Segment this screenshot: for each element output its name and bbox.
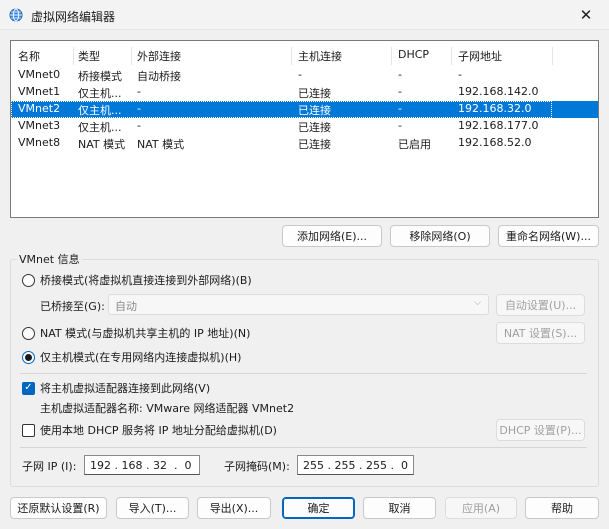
subnet-mask-label: 子网掩码(M):	[224, 460, 290, 473]
radio-circle-icon	[22, 273, 35, 287]
column-header-type[interactable]: 类型	[78, 48, 100, 64]
dhcp-settings-button[interactable]: DHCP 设置(P)...	[496, 419, 585, 441]
import-button[interactable]: 导入(T)...	[116, 497, 189, 519]
host-only-mode-radio[interactable]: 仅主机模式(在专用网络内连接虚拟机)(H)	[22, 349, 241, 365]
vmnet-info-title: VMnet 信息	[17, 251, 82, 267]
column-header-external[interactable]: 外部连接	[137, 48, 181, 64]
cell-name: VMnet2	[18, 102, 61, 115]
divider	[20, 373, 587, 374]
bridged-mode-radio[interactable]: 桥接模式(将虚拟机直接连接到外部网络)(B)	[22, 272, 252, 288]
window-title: 虚拟网络编辑器	[31, 10, 116, 24]
nat-mode-radio[interactable]: NAT 模式(与虚拟机共享主机的 IP 地址)(N)	[22, 325, 250, 341]
cell-host: 已连接	[298, 121, 331, 134]
restore-defaults-button[interactable]: 还原默认设置(R)	[10, 497, 107, 519]
table-row[interactable]: VMnet3 仅主机... - 已连接 - 192.168.177.0	[11, 118, 598, 135]
title-bar: 虚拟网络编辑器 ✕	[0, 0, 609, 30]
radio-checked-icon	[22, 350, 35, 364]
network-globe-icon	[9, 8, 23, 22]
bridged-to-value: 自动	[115, 300, 137, 313]
dhcp-checkbox[interactable]: 使用本地 DHCP 服务将 IP 地址分配给虚拟机(D)	[22, 422, 277, 438]
column-header-host[interactable]: 主机连接	[298, 48, 342, 64]
checkbox-icon	[22, 423, 35, 437]
column-divider[interactable]	[552, 47, 553, 65]
cell-subnet: 192.168.52.0	[458, 136, 532, 149]
table-row[interactable]: VMnet8 NAT 模式 NAT 模式 已连接 已启用 192.168.52.…	[11, 135, 598, 152]
help-button[interactable]: 帮助	[525, 497, 599, 519]
cell-type: NAT 模式	[78, 138, 126, 151]
connect-adapter-label: 将主机虚拟适配器连接到此网络(V)	[40, 382, 211, 395]
subnet-ip-input[interactable]: 192 . 168 . 32 . 0	[84, 455, 200, 475]
column-divider[interactable]	[291, 47, 292, 65]
column-header-name[interactable]: 名称	[18, 48, 40, 64]
table-row[interactable]: VMnet0 桥接模式 自动桥接 - - -	[11, 67, 598, 84]
rename-network-button[interactable]: 重命名网络(W)...	[498, 225, 599, 247]
list-header: 名称 类型 外部连接 主机连接 DHCP 子网地址	[11, 44, 598, 66]
divider	[20, 447, 587, 448]
column-header-subnet[interactable]: 子网地址	[458, 48, 502, 64]
cell-external: -	[137, 119, 141, 132]
column-divider[interactable]	[131, 47, 132, 65]
adapter-name-text: 主机虚拟适配器名称: VMware 网络适配器 VMnet2	[40, 402, 295, 415]
cell-dhcp: -	[398, 85, 402, 98]
cell-subnet: 192.168.32.0	[458, 102, 532, 115]
cell-dhcp: -	[398, 68, 402, 81]
chevron-down-icon: ⌵	[474, 298, 481, 308]
bridged-to-select[interactable]: 自动 ⌵	[108, 294, 489, 315]
apply-button[interactable]: 应用(A)	[445, 497, 517, 519]
cell-host: 已连接	[298, 87, 331, 100]
table-row-selected[interactable]: VMnet2 仅主机... - 已连接 - 192.168.32.0	[11, 101, 598, 118]
cell-name: VMnet8	[18, 136, 61, 149]
subnet-ip-label: 子网 IP (I):	[22, 460, 77, 473]
table-row[interactable]: VMnet1 仅主机... - 已连接 - 192.168.142.0	[11, 84, 598, 101]
cell-host: 已连接	[298, 138, 331, 151]
cell-subnet: 192.168.142.0	[458, 85, 539, 98]
cancel-button[interactable]: 取消	[363, 497, 436, 519]
host-only-mode-label: 仅主机模式(在专用网络内连接虚拟机)(H)	[40, 351, 242, 364]
ok-button[interactable]: 确定	[282, 497, 355, 519]
dhcp-label: 使用本地 DHCP 服务将 IP 地址分配给虚拟机(D)	[40, 424, 277, 437]
column-header-dhcp[interactable]: DHCP	[398, 48, 429, 61]
cell-subnet: 192.168.177.0	[458, 119, 539, 132]
connect-adapter-checkbox[interactable]: ✓ 将主机虚拟适配器连接到此网络(V)	[22, 380, 210, 396]
column-divider[interactable]	[73, 47, 74, 65]
cell-external: 自动桥接	[137, 70, 181, 83]
bridged-to-label: 已桥接至(G):	[40, 300, 105, 313]
column-divider[interactable]	[391, 47, 392, 65]
cell-host: -	[298, 68, 302, 81]
radio-circle-icon	[22, 326, 35, 340]
cell-name: VMnet3	[18, 119, 61, 132]
export-button[interactable]: 导出(X)...	[197, 497, 271, 519]
add-network-button[interactable]: 添加网络(E)...	[282, 225, 382, 247]
cell-host: 已连接	[298, 104, 331, 117]
nat-settings-button[interactable]: NAT 设置(S)...	[496, 322, 585, 344]
cell-dhcp: 已启用	[398, 138, 431, 151]
nat-mode-label: NAT 模式(与虚拟机共享主机的 IP 地址)(N)	[40, 327, 251, 340]
auto-settings-button[interactable]: 自动设置(U)...	[496, 294, 585, 316]
cell-external: -	[137, 85, 141, 98]
subnet-mask-input[interactable]: 255 . 255 . 255 . 0	[297, 455, 414, 475]
cell-name: VMnet1	[18, 85, 61, 98]
cell-name: VMnet0	[18, 68, 61, 81]
checkmark-icon: ✓	[22, 381, 35, 395]
remove-network-button[interactable]: 移除网络(O)	[390, 225, 490, 247]
cell-external: -	[137, 102, 141, 115]
close-icon[interactable]: ✕	[563, 0, 609, 30]
cell-subnet: -	[458, 68, 462, 81]
cell-type: 仅主机...	[78, 121, 122, 134]
cell-dhcp: -	[398, 102, 402, 115]
cell-type: 仅主机...	[78, 104, 122, 117]
cell-type: 仅主机...	[78, 87, 122, 100]
cell-dhcp: -	[398, 119, 402, 132]
cell-external: NAT 模式	[137, 138, 185, 151]
column-divider[interactable]	[451, 47, 452, 65]
bridged-mode-label: 桥接模式(将虚拟机直接连接到外部网络)(B)	[40, 274, 252, 287]
network-list[interactable]: 名称 类型 外部连接 主机连接 DHCP 子网地址 VMnet0 桥接模式 自动…	[10, 40, 599, 218]
cell-type: 桥接模式	[78, 70, 122, 83]
